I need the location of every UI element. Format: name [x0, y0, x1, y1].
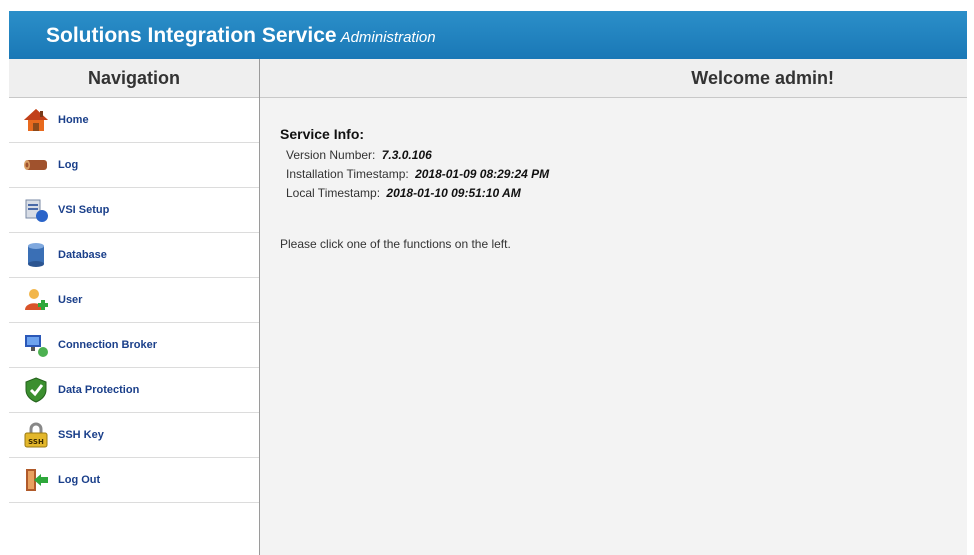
app-title-text: Solutions Integration Service	[46, 24, 337, 47]
nav-item-user[interactable]: User	[9, 278, 259, 323]
database-icon	[22, 241, 50, 269]
nav-item-home-label: Home	[58, 114, 89, 126]
nav-item-user-label: User	[58, 294, 83, 306]
nav-item-database-label: Database	[58, 249, 107, 261]
nav-item-log-out[interactable]: Log Out	[9, 458, 259, 503]
app-subtitle: Administration	[340, 29, 436, 46]
nav-item-log-out-label: Log Out	[58, 474, 101, 486]
vsi-setup-icon	[22, 196, 50, 224]
app-title: Solutions Integration Service Administrat…	[46, 24, 436, 48]
local-timestamp-line: Local Timestamp: 2018-01-10 09:51:10 AM	[286, 186, 521, 200]
ssh-key-icon: SSH	[22, 421, 50, 449]
svg-text:SSH: SSH	[28, 438, 44, 446]
version-number-label: Version Number:	[286, 148, 376, 162]
instruction-text: Please click one of the functions on the…	[280, 237, 511, 251]
log-icon	[22, 151, 50, 179]
nav-item-connection-broker[interactable]: Connection Broker	[9, 323, 259, 368]
navigation-panel: Navigation Home Log VSI Setup Database U…	[9, 59, 260, 555]
local-timestamp-label: Local Timestamp:	[286, 186, 381, 200]
nav-item-ssh-key-label: SSH Key	[58, 429, 104, 441]
top-banner: Solutions Integration Service Administrat…	[9, 11, 967, 59]
home-icon	[22, 106, 50, 134]
nav-item-ssh-key[interactable]: SSH SSH Key	[9, 413, 259, 458]
welcome-header: Welcome admin!	[260, 59, 967, 98]
nav-item-log-label: Log	[58, 159, 79, 171]
installation-timestamp-value: 2018-01-09 08:29:24 PM	[415, 167, 550, 181]
installation-timestamp-label: Installation Timestamp:	[286, 167, 409, 181]
shield-icon	[22, 376, 50, 404]
version-number-value: 7.3.0.106	[381, 148, 432, 162]
version-number-line: Version Number: 7.3.0.106	[286, 148, 432, 162]
nav-item-data-protection-label: Data Protection	[58, 384, 140, 396]
nav-item-vsi-setup-label: VSI Setup	[58, 204, 110, 216]
nav-item-data-protection[interactable]: Data Protection	[9, 368, 259, 413]
navigation-title: Navigation	[9, 59, 259, 98]
nav-item-log[interactable]: Log	[9, 143, 259, 188]
installation-timestamp-line: Installation Timestamp: 2018-01-09 08:29…	[286, 167, 549, 181]
nav-item-vsi-setup[interactable]: VSI Setup	[9, 188, 259, 233]
service-info-title: Service Info:	[280, 126, 365, 142]
logout-icon	[22, 466, 50, 494]
nav-item-database[interactable]: Database	[9, 233, 259, 278]
connection-broker-icon	[22, 331, 50, 359]
user-icon	[22, 286, 50, 314]
local-timestamp-value: 2018-01-10 09:51:10 AM	[386, 186, 521, 200]
main-content: Welcome admin! Service Info: Version Num…	[260, 59, 967, 555]
nav-item-home[interactable]: Home	[9, 98, 259, 143]
nav-item-connection-broker-label: Connection Broker	[58, 339, 158, 351]
